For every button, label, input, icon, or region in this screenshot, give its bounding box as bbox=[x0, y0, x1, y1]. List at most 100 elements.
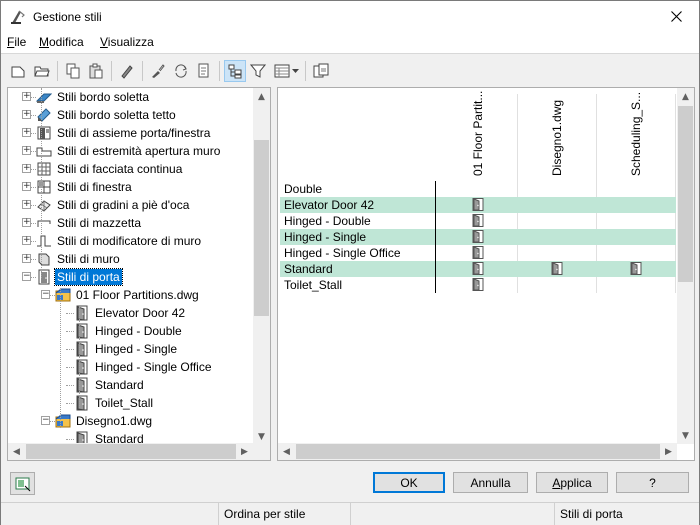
tree-item[interactable]: + Stili bordo soletta tetto bbox=[8, 106, 258, 124]
tree-item-label: Hinged - Single bbox=[95, 342, 178, 356]
tree-horizontal-scrollbar[interactable]: ◀ ▶ bbox=[8, 443, 270, 460]
scroll-left-arrow[interactable]: ◀ bbox=[8, 443, 25, 460]
open-drawing-button[interactable] bbox=[31, 60, 53, 82]
grid-horizontal-scrollbar[interactable]: ◀ ▶ bbox=[278, 443, 677, 460]
tree-item[interactable]: Hinged - Single Office bbox=[8, 358, 258, 376]
menu-visualizza[interactable]: Visualizza bbox=[100, 35, 154, 49]
apply-button[interactable]: Applica bbox=[536, 472, 608, 493]
tree-item-label: Stili di porta bbox=[54, 268, 123, 286]
collapse-icon[interactable]: − bbox=[22, 272, 31, 281]
tree-item[interactable]: Elevator Door 42 bbox=[8, 304, 258, 322]
preview-pane-icon bbox=[15, 477, 30, 491]
tree-item[interactable]: + Stili di assieme porta/finestra bbox=[8, 124, 258, 142]
expand-icon[interactable]: + bbox=[22, 110, 31, 119]
set-from-button[interactable] bbox=[193, 60, 215, 82]
grid-row[interactable]: Double bbox=[280, 181, 676, 197]
export-button[interactable] bbox=[310, 60, 332, 82]
drawing-file-icon bbox=[55, 414, 71, 428]
grid-column-header[interactable]: 01 Floor Partit... bbox=[438, 91, 517, 180]
toolbar-separator bbox=[305, 61, 306, 81]
style-tree[interactable]: + Stili bordo soletta + Stili bordo soletta… bbox=[7, 87, 271, 461]
pencil-icon bbox=[121, 65, 133, 79]
filter-button[interactable] bbox=[247, 60, 269, 82]
tree-item[interactable]: Toilet_Stall bbox=[8, 394, 258, 412]
tree-item[interactable]: + Stili di mazzetta bbox=[8, 214, 258, 232]
grid-row[interactable]: Elevator Door 42 bbox=[280, 197, 676, 213]
edit-style-button[interactable] bbox=[116, 60, 138, 82]
tree-item[interactable]: − Stili di porta bbox=[8, 268, 258, 286]
tree-item-label: Stili di facciata continua bbox=[57, 162, 183, 176]
door-window-assembly-icon bbox=[37, 126, 51, 140]
menu-file[interactable]: File bbox=[7, 35, 26, 49]
toggle-preview-button[interactable] bbox=[10, 472, 35, 495]
scroll-right-arrow[interactable]: ▶ bbox=[660, 443, 677, 460]
expand-icon[interactable]: + bbox=[22, 92, 31, 101]
expand-icon[interactable]: + bbox=[22, 146, 31, 155]
toggle-view-button[interactable] bbox=[170, 60, 192, 82]
paste-button[interactable] bbox=[85, 60, 107, 82]
scroll-left-arrow[interactable]: ◀ bbox=[278, 443, 295, 460]
door-icon bbox=[76, 305, 88, 321]
tree-connector bbox=[66, 313, 74, 314]
grid-column-header[interactable]: Disegno1.dwg bbox=[517, 92, 596, 180]
tree-item[interactable]: Standard bbox=[8, 376, 258, 394]
expand-icon[interactable]: + bbox=[22, 182, 31, 191]
tree-vertical-scrollbar[interactable]: ▲ ▼ bbox=[253, 88, 270, 445]
expand-icon[interactable]: + bbox=[22, 218, 31, 227]
door-icon bbox=[76, 395, 88, 411]
usage-grid[interactable]: 01 Floor Partit... Disegno1.dwg Scheduling… bbox=[277, 87, 695, 461]
grid-row[interactable]: Hinged - Single bbox=[280, 229, 676, 245]
tree-item[interactable]: + Stili di modificatore di muro bbox=[8, 232, 258, 250]
cancel-button[interactable]: Annulla bbox=[453, 472, 528, 493]
scroll-down-arrow[interactable]: ▼ bbox=[677, 427, 694, 444]
copy-button[interactable] bbox=[62, 60, 84, 82]
expand-icon[interactable]: + bbox=[22, 164, 31, 173]
new-drawing-button[interactable] bbox=[7, 60, 29, 82]
tree-item[interactable]: + Stili di facciata continua bbox=[8, 160, 258, 178]
purge-styles-button[interactable] bbox=[147, 60, 169, 82]
grid-row[interactable]: Hinged - Single Office bbox=[280, 245, 676, 261]
tree-connector bbox=[66, 367, 74, 368]
tree-item[interactable]: Hinged - Double bbox=[8, 322, 258, 340]
grid-vertical-scrollbar[interactable]: ▲ ▼ bbox=[677, 88, 694, 444]
roof-slab-edge-icon bbox=[37, 108, 51, 122]
door-icon bbox=[472, 278, 484, 291]
scroll-thumb[interactable] bbox=[678, 106, 693, 282]
collapse-icon[interactable]: − bbox=[41, 416, 50, 425]
view-options-dropdown[interactable] bbox=[271, 60, 301, 82]
expand-icon[interactable]: + bbox=[22, 128, 31, 137]
tree-item[interactable]: Hinged - Single bbox=[8, 340, 258, 358]
help-button[interactable]: ? bbox=[616, 472, 689, 493]
grid-row[interactable]: Standard bbox=[280, 261, 676, 277]
document-sheet-icon bbox=[198, 63, 209, 78]
tree-view-toggle[interactable] bbox=[224, 60, 246, 82]
ok-button[interactable]: OK bbox=[373, 472, 445, 493]
expand-icon[interactable]: + bbox=[22, 236, 31, 245]
tree-item[interactable]: + Stili di gradini a piè d'oca bbox=[8, 196, 258, 214]
menu-modifica[interactable]: Modifica bbox=[39, 35, 84, 49]
toolbar-separator bbox=[219, 61, 220, 81]
scroll-thumb[interactable] bbox=[26, 444, 236, 459]
tree-item-label: 01 Floor Partitions.dwg bbox=[76, 288, 199, 302]
new-file-icon bbox=[11, 66, 25, 78]
scroll-thumb[interactable] bbox=[254, 140, 269, 316]
grid-row[interactable]: Toilet_Stall bbox=[280, 277, 676, 293]
tree-item[interactable]: + Stili di estremità apertura muro bbox=[8, 142, 258, 160]
tree-item[interactable]: + Stili di muro bbox=[8, 250, 258, 268]
expand-icon[interactable]: + bbox=[22, 254, 31, 263]
scroll-up-arrow[interactable]: ▲ bbox=[253, 88, 270, 105]
toolbar-separator bbox=[57, 61, 58, 81]
close-button[interactable] bbox=[653, 1, 699, 32]
grid-row[interactable]: Hinged - Double bbox=[280, 213, 676, 229]
grid-column-header[interactable]: Scheduling_S... bbox=[596, 92, 675, 180]
scroll-up-arrow[interactable]: ▲ bbox=[677, 88, 694, 105]
expand-icon[interactable]: + bbox=[22, 200, 31, 209]
filter-icon bbox=[250, 64, 266, 78]
collapse-icon[interactable]: − bbox=[41, 290, 50, 299]
tree-item[interactable]: − Disegno1.dwg bbox=[8, 412, 258, 430]
tree-item[interactable]: − 01 Floor Partitions.dwg bbox=[8, 286, 258, 304]
tree-item[interactable]: + Stili di finestra bbox=[8, 178, 258, 196]
scroll-thumb[interactable] bbox=[296, 444, 660, 459]
scroll-right-arrow[interactable]: ▶ bbox=[236, 443, 253, 460]
tree-item[interactable]: + Stili bordo soletta bbox=[8, 88, 258, 106]
